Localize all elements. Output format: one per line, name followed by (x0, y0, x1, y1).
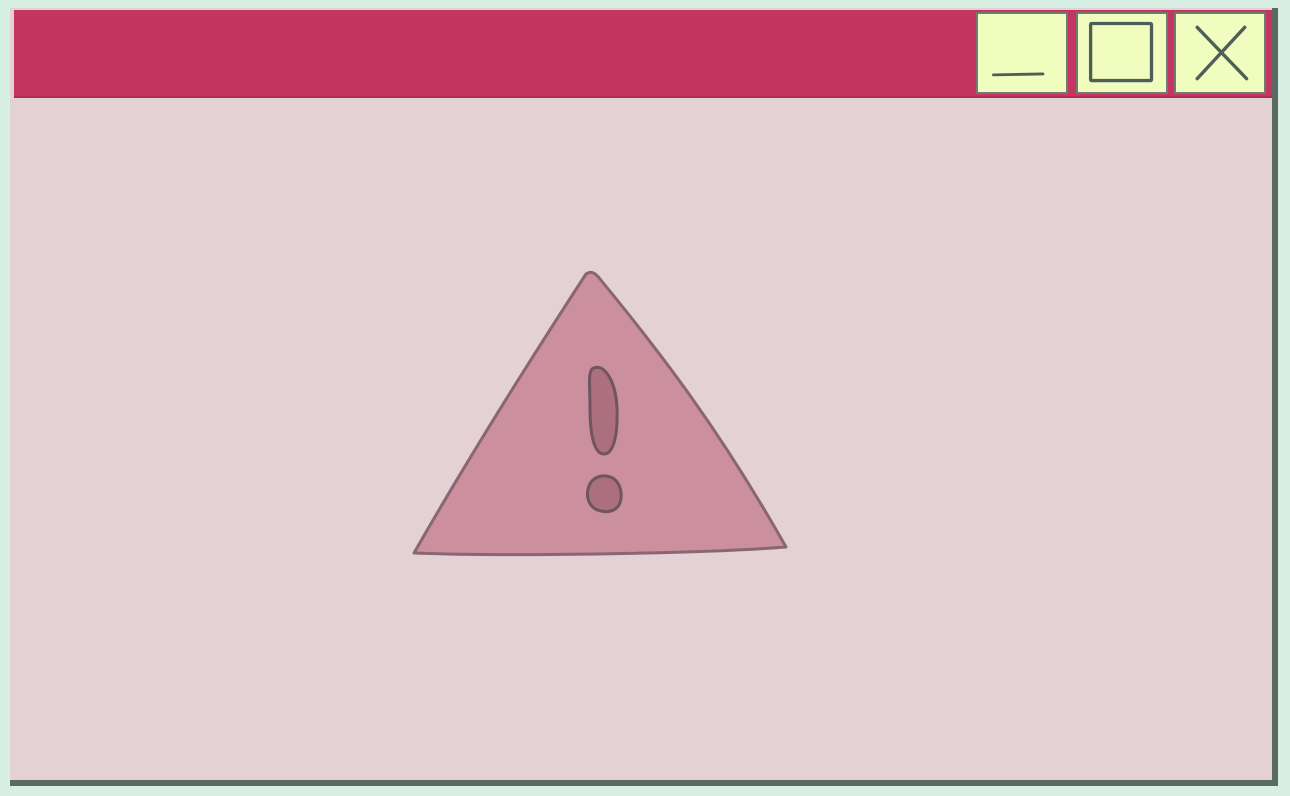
close-icon (1195, 25, 1249, 81)
title-bar[interactable] (14, 10, 1272, 98)
maximize-button[interactable] (1076, 12, 1168, 94)
minimize-button[interactable] (976, 12, 1068, 94)
warning-icon (412, 270, 788, 557)
minimize-icon (992, 72, 1045, 77)
app-window (10, 8, 1278, 786)
maximize-icon (1088, 21, 1154, 83)
close-button[interactable] (1174, 12, 1266, 94)
